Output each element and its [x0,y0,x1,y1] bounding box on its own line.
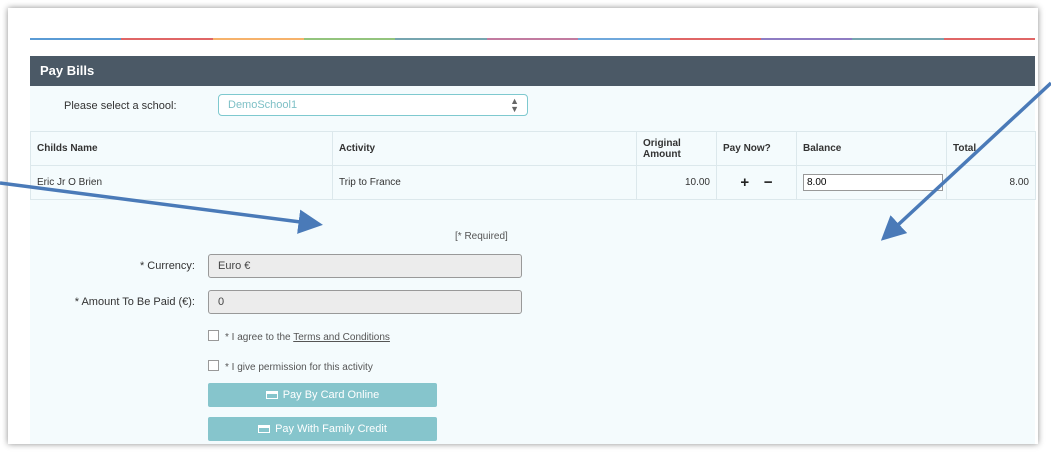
col-header-balance: Balance [796,131,947,166]
col-header-pay-now: Pay Now? [716,131,797,166]
col-header-child: Childs Name [30,131,333,166]
pay-by-card-button[interactable]: Pay By Card Online [208,383,437,407]
required-note: [* Required] [455,231,508,242]
terms-text: * I agree to the [225,332,291,343]
cell-pay-now: + − [716,165,797,200]
cell-original-amount: 10.00 [636,165,717,200]
amount-field[interactable]: 0 [208,290,522,314]
panel-title: Pay Bills [30,56,1035,86]
cell-total: 8.00 [946,165,1036,200]
amount-label: * Amount To Be Paid (€): [74,296,195,308]
table-row: Eric Jr O Brien Trip to France 10.00 + −… [30,165,1036,200]
cell-activity: Trip to France [332,165,637,200]
col-header-original: Original Amount [636,131,717,166]
currency-field[interactable]: Euro € [208,254,522,278]
stripe-segment [486,38,579,40]
credit-card-icon [258,425,271,433]
stripe-segment [760,38,853,40]
stripe-segment [943,38,1035,40]
select-caret-icon: ▲ ▼ [510,96,519,114]
currency-label: * Currency: [139,260,195,272]
stripe-segment [669,38,761,40]
pay-bills-panel: Pay Bills Please select a school: DemoSc… [30,56,1036,444]
stripe-segment [212,38,305,40]
school-select[interactable]: DemoSchool1 ▲ ▼ [218,94,528,116]
stripe-segment [121,38,213,40]
terms-link[interactable]: Terms and Conditions [293,332,390,343]
stripe-segment [852,38,944,40]
cell-child-name: Eric Jr O Brien [30,165,333,200]
screenshot-frame: Pay Bills Please select a school: DemoSc… [8,8,1038,444]
permission-text: * I give permission for this activity [225,362,373,373]
credit-card-icon [265,391,278,399]
terms-row: * I agree to the Terms and Conditions [208,330,390,343]
school-select-value: DemoSchool1 [228,99,298,111]
stripe-segment [30,38,122,40]
pay-family-credit-button[interactable]: Pay With Family Credit [208,417,437,441]
plus-icon[interactable]: + [734,174,755,191]
cell-balance [796,165,947,200]
col-header-total: Total [946,131,1036,166]
stripe-segment [578,38,670,40]
school-select-label: Please select a school: [64,100,177,112]
color-stripe [30,38,1035,40]
col-header-activity: Activity [332,131,637,166]
stripe-segment [304,38,396,40]
bills-table: Childs Name Activity Original Amount Pay… [30,131,1036,200]
col-header-original-line1: Original [643,137,681,149]
pay-family-credit-label: Pay With Family Credit [275,423,387,435]
table-header-row: Childs Name Activity Original Amount Pay… [30,131,1036,166]
balance-input[interactable] [803,174,943,191]
terms-checkbox[interactable] [208,330,219,341]
permission-row: * I give permission for this activity [208,360,373,373]
minus-icon[interactable]: − [758,174,779,191]
pay-by-card-label: Pay By Card Online [282,389,380,401]
school-select-row: Please select a school: DemoSchool1 ▲ ▼ [30,94,1035,120]
stripe-segment [395,38,487,40]
col-header-original-line2: Amount [643,148,681,160]
permission-checkbox[interactable] [208,360,219,371]
